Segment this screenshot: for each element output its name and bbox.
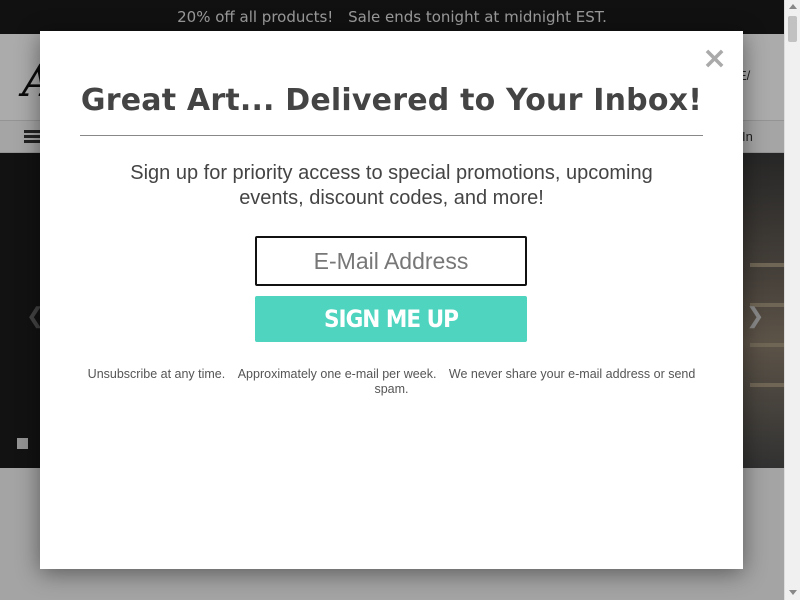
scroll-thumb[interactable] (788, 16, 797, 42)
modal-title: Great Art... Delivered to Your Inbox! (80, 83, 703, 118)
disclaimer-unsubscribe: Unsubscribe at any time. (87, 367, 226, 381)
newsletter-modal: × Great Art... Delivered to Your Inbox! … (40, 31, 743, 569)
scroll-down-arrow-icon[interactable] (789, 590, 797, 595)
sign-up-button[interactable]: SIGN ME UP (255, 296, 527, 342)
close-icon[interactable]: × (702, 44, 727, 74)
modal-description: Sign up for priority access to special p… (130, 162, 653, 209)
scroll-up-arrow-icon[interactable] (789, 4, 797, 9)
disclaimer-text: Unsubscribe at any time. Approximately o… (80, 367, 703, 397)
page-scrollbar[interactable] (784, 0, 800, 600)
disclaimer-frequency: Approximately one e-mail per week. (237, 367, 437, 381)
email-field[interactable] (255, 236, 527, 286)
title-divider (80, 135, 703, 136)
